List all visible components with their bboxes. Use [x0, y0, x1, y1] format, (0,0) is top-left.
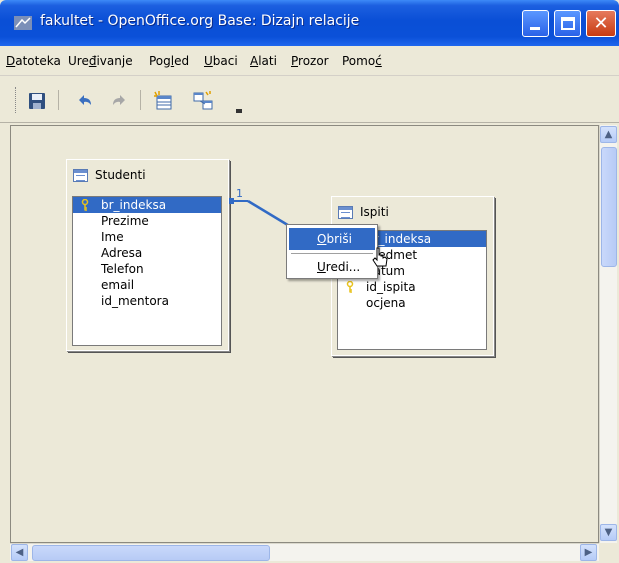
- menu-ubaci[interactable]: Ubaci: [204, 54, 238, 68]
- table-field-name: br_indeksa: [101, 198, 167, 212]
- context-menu: Obriši Uredi...: [286, 224, 378, 279]
- menu-bar: Datoteka Uređivanje Pogled Ubaci Alati P…: [0, 46, 619, 76]
- toolbar-grip[interactable]: [15, 87, 18, 113]
- table-field-row[interactable]: id_mentora: [73, 293, 221, 309]
- table-field-row[interactable]: ocjena: [338, 295, 486, 311]
- scroll-up-icon[interactable]: ▲: [600, 126, 617, 143]
- save-icon[interactable]: [26, 90, 48, 112]
- toolbar-separator: [58, 90, 59, 110]
- close-button[interactable]: ✕: [586, 10, 616, 37]
- menu-pogled[interactable]: Pogled: [149, 54, 189, 68]
- title-bar[interactable]: fakultet - OpenOffice.org Base: Dizajn r…: [0, 0, 619, 46]
- table-field-name: email: [101, 278, 135, 292]
- primary-key-icon: [81, 199, 89, 211]
- scroll-left-icon[interactable]: ◀: [11, 544, 28, 561]
- table-title-studenti: Studenti: [95, 168, 146, 182]
- new-table-icon[interactable]: [152, 90, 174, 112]
- scroll-down-icon[interactable]: ▼: [600, 524, 617, 541]
- table-field-row[interactable]: id_ispita: [338, 279, 486, 295]
- scroll-right-icon[interactable]: ▶: [580, 544, 597, 561]
- table-field-name: Prezime: [101, 214, 149, 228]
- menu-datoteka[interactable]: Datoteka: [6, 54, 61, 68]
- toolbar-more-arrow-icon[interactable]: [236, 109, 242, 113]
- context-menu-edit-label: Uredi...: [317, 260, 361, 274]
- context-menu-edit[interactable]: Uredi...: [289, 256, 375, 278]
- menu-uredivanje[interactable]: Uređivanje: [68, 54, 133, 68]
- mouse-cursor-icon: [372, 247, 388, 267]
- undo-icon[interactable]: [74, 90, 96, 112]
- context-menu-delete[interactable]: Obriši: [289, 228, 375, 250]
- table-field-row[interactable]: Adresa: [73, 245, 221, 261]
- table-field-name: id_ispita: [366, 280, 416, 294]
- minimize-button[interactable]: [522, 10, 549, 37]
- vertical-scrollbar[interactable]: ▲ ▼: [599, 125, 617, 543]
- vertical-scroll-thumb[interactable]: [601, 147, 617, 267]
- menu-prozor[interactable]: Prozor: [291, 54, 329, 68]
- minimize-icon: [530, 27, 540, 30]
- toolbar-separator: [140, 90, 141, 110]
- table-field-row[interactable]: Ime: [73, 229, 221, 245]
- menu-pomoc[interactable]: Pomoć: [342, 54, 382, 68]
- table-title-ispiti: Ispiti: [360, 205, 389, 219]
- field-list-studenti[interactable]: br_indeksa Prezime Ime Adresa Telefon email id…: [72, 196, 222, 346]
- table-field-name: Telefon: [101, 262, 144, 276]
- table-field-name: ocjena: [366, 296, 406, 310]
- table-field-row[interactable]: br_indeksa: [73, 197, 221, 213]
- table-window-studenti[interactable]: Studenti br_indeksa Prezime Ime Adresa Telef…: [66, 159, 229, 351]
- horizontal-scroll-thumb[interactable]: [32, 545, 270, 561]
- table-field-name: Adresa: [101, 246, 143, 260]
- context-menu-delete-label: Obriši: [317, 232, 352, 246]
- horizontal-scrollbar[interactable]: ◀ ▶: [10, 543, 599, 561]
- primary-key-icon: [346, 281, 354, 293]
- table-field-name: Ime: [101, 230, 124, 244]
- menu-alati[interactable]: Alati: [250, 54, 277, 68]
- maximize-button[interactable]: [554, 10, 581, 37]
- scrollbar-corner: [599, 543, 617, 561]
- table-field-row[interactable]: Telefon: [73, 261, 221, 277]
- context-menu-separator: [291, 253, 373, 254]
- redo-icon[interactable]: [108, 90, 130, 112]
- window-title: fakultet - OpenOffice.org Base: Dizajn r…: [40, 13, 360, 29]
- toolbar: [0, 77, 619, 123]
- table-icon: [338, 206, 353, 219]
- maximize-icon: [561, 17, 575, 30]
- table-field-row[interactable]: Prezime: [73, 213, 221, 229]
- table-field-row[interactable]: email: [73, 277, 221, 293]
- new-relation-icon[interactable]: [192, 90, 214, 112]
- close-icon: ✕: [593, 13, 609, 34]
- table-icon: [73, 169, 88, 182]
- openoffice-app-icon[interactable]: [14, 16, 32, 30]
- table-field-name: id_mentora: [101, 294, 169, 308]
